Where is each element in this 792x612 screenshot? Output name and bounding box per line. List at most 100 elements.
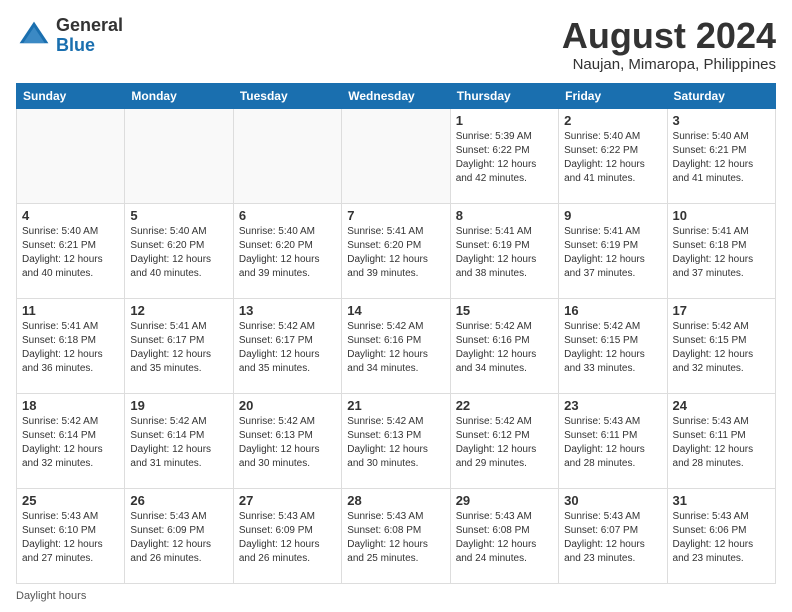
calendar-cell: 31Sunrise: 5:43 AM Sunset: 6:06 PM Dayli… [667, 488, 775, 583]
calendar-cell: 9 Sunrise: 5:41 AM Sunset: 6:19 PM Daylig… [559, 203, 667, 298]
day-number: 14 [347, 303, 444, 318]
calendar-week-row: 11 Sunrise: 5:41 AM Sunset: 6:18 PM Dayli… [17, 298, 776, 393]
calendar-cell: 23 Sunrise: 5:43 AM Sunset: 6:11 PM Dayli… [559, 393, 667, 488]
day-info: Sunrise: 5:43 AM Sunset: 6:10 PM Dayligh… [22, 510, 119, 566]
day-info: Sunrise: 5:41 AM Sunset: 6:19 PM Dayligh… [456, 225, 553, 281]
day-number: 6 [239, 208, 336, 223]
calendar-cell: 7Sunrise: 5:41 AM Sunset: 6:20 PM Daylig… [342, 203, 450, 298]
day-number: 15 [456, 303, 553, 318]
day-number: 12 [130, 303, 227, 318]
day-number: 4 [22, 208, 119, 223]
calendar-cell: 30 Sunrise: 5:43 AM Sunset: 6:07 PM Dayli… [559, 488, 667, 583]
calendar-cell: 27 Sunrise: 5:43 AM Sunset: 6:09 PM Dayli… [233, 488, 341, 583]
day-info: Sunrise: 5:43 AM Sunset: 6:11 PM Dayligh… [564, 415, 661, 471]
calendar-cell: 20 Sunrise: 5:42 AM Sunset: 6:13 PM Dayli… [233, 393, 341, 488]
calendar-week-row: 18 Sunrise: 5:42 AM Sunset: 6:14 PM Dayli… [17, 393, 776, 488]
daylight-label: Daylight hours [16, 590, 86, 602]
calendar-cell [17, 108, 125, 203]
day-number: 18 [22, 398, 119, 413]
day-number: 1 [456, 113, 553, 128]
logo: General Blue [16, 16, 123, 56]
day-number: 29 [456, 493, 553, 508]
day-info: Sunrise: 5:41 AM Sunset: 6:20 PM Dayligh… [347, 225, 444, 281]
day-number: 10 [673, 208, 770, 223]
calendar-cell: 26 Sunrise: 5:43 AM Sunset: 6:09 PM Dayli… [125, 488, 233, 583]
header: General Blue August 2024 Naujan, Mimarop… [16, 16, 776, 73]
calendar-week-row: 25 Sunrise: 5:43 AM Sunset: 6:10 PM Dayli… [17, 488, 776, 583]
day-info: Sunrise: 5:41 AM Sunset: 6:19 PM Dayligh… [564, 225, 661, 281]
logo-general: General [56, 16, 123, 36]
calendar-header-sunday: Sunday [17, 83, 125, 108]
calendar-cell: 4Sunrise: 5:40 AM Sunset: 6:21 PM Daylig… [17, 203, 125, 298]
day-info: Sunrise: 5:40 AM Sunset: 6:22 PM Dayligh… [564, 130, 661, 186]
calendar-cell: 24Sunrise: 5:43 AM Sunset: 6:11 PM Dayli… [667, 393, 775, 488]
day-number: 13 [239, 303, 336, 318]
day-number: 26 [130, 493, 227, 508]
day-info: Sunrise: 5:43 AM Sunset: 6:11 PM Dayligh… [673, 415, 770, 471]
calendar-header-tuesday: Tuesday [233, 83, 341, 108]
calendar-cell [125, 108, 233, 203]
day-number: 3 [673, 113, 770, 128]
title-block: August 2024 Naujan, Mimaropa, Philippine… [562, 16, 776, 73]
day-info: Sunrise: 5:40 AM Sunset: 6:21 PM Dayligh… [673, 130, 770, 186]
day-info: Sunrise: 5:42 AM Sunset: 6:15 PM Dayligh… [673, 320, 770, 376]
calendar-cell: 16 Sunrise: 5:42 AM Sunset: 6:15 PM Dayli… [559, 298, 667, 393]
day-info: Sunrise: 5:40 AM Sunset: 6:20 PM Dayligh… [239, 225, 336, 281]
calendar-header-monday: Monday [125, 83, 233, 108]
day-info: Sunrise: 5:41 AM Sunset: 6:18 PM Dayligh… [22, 320, 119, 376]
calendar-cell: 3 Sunrise: 5:40 AM Sunset: 6:21 PM Daylig… [667, 108, 775, 203]
calendar-cell: 5 Sunrise: 5:40 AM Sunset: 6:20 PM Daylig… [125, 203, 233, 298]
day-info: Sunrise: 5:42 AM Sunset: 6:16 PM Dayligh… [456, 320, 553, 376]
day-number: 20 [239, 398, 336, 413]
day-info: Sunrise: 5:42 AM Sunset: 6:13 PM Dayligh… [239, 415, 336, 471]
day-number: 25 [22, 493, 119, 508]
day-number: 27 [239, 493, 336, 508]
day-number: 5 [130, 208, 227, 223]
day-number: 9 [564, 208, 661, 223]
calendar-cell [233, 108, 341, 203]
day-number: 30 [564, 493, 661, 508]
calendar-cell: 15 Sunrise: 5:42 AM Sunset: 6:16 PM Dayli… [450, 298, 558, 393]
calendar-cell: 17 Sunrise: 5:42 AM Sunset: 6:15 PM Dayli… [667, 298, 775, 393]
day-info: Sunrise: 5:43 AM Sunset: 6:09 PM Dayligh… [239, 510, 336, 566]
day-number: 22 [456, 398, 553, 413]
logo-text: General Blue [56, 16, 123, 56]
day-info: Sunrise: 5:42 AM Sunset: 6:13 PM Dayligh… [347, 415, 444, 471]
day-number: 17 [673, 303, 770, 318]
day-info: Sunrise: 5:43 AM Sunset: 6:07 PM Dayligh… [564, 510, 661, 566]
day-info: Sunrise: 5:43 AM Sunset: 6:09 PM Dayligh… [130, 510, 227, 566]
day-number: 11 [22, 303, 119, 318]
calendar-cell: 25 Sunrise: 5:43 AM Sunset: 6:10 PM Dayli… [17, 488, 125, 583]
calendar-cell: 14 Sunrise: 5:42 AM Sunset: 6:16 PM Dayli… [342, 298, 450, 393]
day-number: 2 [564, 113, 661, 128]
calendar-cell: 12Sunrise: 5:41 AM Sunset: 6:17 PM Dayli… [125, 298, 233, 393]
day-info: Sunrise: 5:41 AM Sunset: 6:18 PM Dayligh… [673, 225, 770, 281]
calendar-cell: 29Sunrise: 5:43 AM Sunset: 6:08 PM Dayli… [450, 488, 558, 583]
calendar-header-friday: Friday [559, 83, 667, 108]
calendar-week-row: 1 Sunrise: 5:39 AM Sunset: 6:22 PM Daylig… [17, 108, 776, 203]
calendar-cell: 18 Sunrise: 5:42 AM Sunset: 6:14 PM Dayli… [17, 393, 125, 488]
logo-icon [16, 18, 52, 54]
calendar-week-row: 4Sunrise: 5:40 AM Sunset: 6:21 PM Daylig… [17, 203, 776, 298]
day-number: 31 [673, 493, 770, 508]
day-number: 28 [347, 493, 444, 508]
day-info: Sunrise: 5:40 AM Sunset: 6:20 PM Dayligh… [130, 225, 227, 281]
calendar-header-saturday: Saturday [667, 83, 775, 108]
footer-note: Daylight hours [16, 590, 776, 602]
day-number: 23 [564, 398, 661, 413]
day-info: Sunrise: 5:42 AM Sunset: 6:16 PM Dayligh… [347, 320, 444, 376]
calendar-cell: 28Sunrise: 5:43 AM Sunset: 6:08 PM Dayli… [342, 488, 450, 583]
day-info: Sunrise: 5:42 AM Sunset: 6:14 PM Dayligh… [22, 415, 119, 471]
day-number: 16 [564, 303, 661, 318]
calendar-cell [342, 108, 450, 203]
calendar-cell: 8Sunrise: 5:41 AM Sunset: 6:19 PM Daylig… [450, 203, 558, 298]
calendar-cell: 13 Sunrise: 5:42 AM Sunset: 6:17 PM Dayli… [233, 298, 341, 393]
day-info: Sunrise: 5:42 AM Sunset: 6:17 PM Dayligh… [239, 320, 336, 376]
day-info: Sunrise: 5:42 AM Sunset: 6:15 PM Dayligh… [564, 320, 661, 376]
subtitle: Naujan, Mimaropa, Philippines [562, 56, 776, 73]
calendar-cell: 21Sunrise: 5:42 AM Sunset: 6:13 PM Dayli… [342, 393, 450, 488]
calendar-table: SundayMondayTuesdayWednesdayThursdayFrid… [16, 83, 776, 584]
day-info: Sunrise: 5:39 AM Sunset: 6:22 PM Dayligh… [456, 130, 553, 186]
calendar-header-thursday: Thursday [450, 83, 558, 108]
logo-blue: Blue [56, 36, 123, 56]
